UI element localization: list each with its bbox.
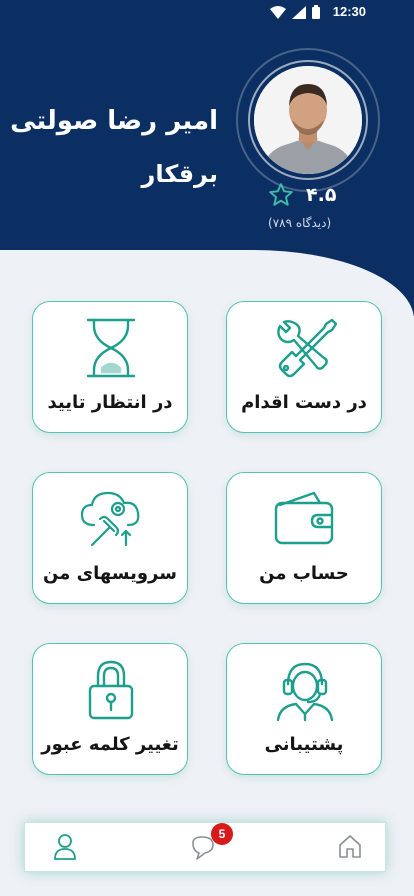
wallet-icon — [274, 491, 334, 545]
tools-icon — [277, 318, 338, 378]
signal-icon — [292, 5, 306, 19]
hourglass-icon — [86, 318, 136, 378]
menu-label-in-progress: در دست اقدام — [241, 392, 367, 413]
review-count: (دیدگاه ۷۸۹) — [268, 216, 332, 230]
battery-icon — [312, 5, 320, 19]
menu-card-in-progress[interactable]: در دست اقدام — [226, 301, 382, 433]
home-icon[interactable] — [337, 833, 363, 859]
lock-icon — [88, 660, 134, 720]
status-time: 12:30 — [332, 4, 366, 19]
menu-label-awaiting-approval: در انتظار تایید — [47, 392, 173, 413]
support-agent-icon — [276, 662, 334, 722]
menu-card-my-account[interactable]: حساب من — [226, 472, 382, 604]
messages-badge: 5 — [211, 823, 233, 845]
user-icon[interactable] — [53, 833, 77, 861]
rating-value: ۴.۵ — [306, 184, 337, 206]
menu-card-my-services[interactable]: سرویسهای من — [32, 472, 188, 604]
wifi-icon — [270, 5, 286, 19]
user-name: امیر رضا صولتی — [10, 106, 218, 136]
menu-label-my-services: سرویسهای من — [43, 563, 177, 584]
user-role: برقکار — [141, 160, 218, 188]
status-icons — [270, 5, 320, 19]
cloud-services-icon — [80, 491, 140, 547]
bottom-nav: 5 — [24, 822, 386, 872]
menu-card-change-password[interactable]: تغییر کلمه عبور — [32, 643, 188, 775]
star-icon — [269, 183, 293, 206]
avatar[interactable] — [254, 66, 362, 174]
menu-label-my-account: حساب من — [259, 563, 349, 584]
status-bar: 12:30 — [0, 0, 414, 24]
menu-card-awaiting-approval[interactable]: در انتظار تایید — [32, 301, 188, 433]
menu-card-support[interactable]: پشتیبانی — [226, 643, 382, 775]
menu-label-change-password: تغییر کلمه عبور — [41, 734, 179, 755]
menu-label-support: پشتیبانی — [264, 734, 344, 755]
